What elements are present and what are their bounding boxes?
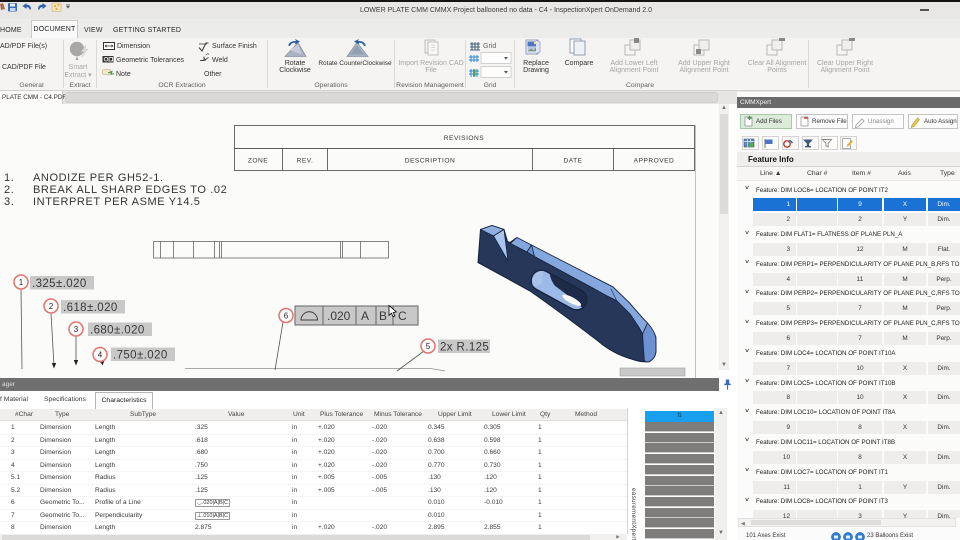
svg-text:.325±.020: .325±.020 <box>32 278 87 290</box>
svg-text:2x R.125: 2x R.125 <box>440 342 489 354</box>
svg-text:APPROVED: APPROVED <box>634 158 675 165</box>
svg-text:BREAK ALL SHARP EDGES TO .02: BREAK ALL SHARP EDGES TO .02 <box>33 184 227 196</box>
svg-text:6: 6 <box>284 312 289 321</box>
svg-text:2.: 2. <box>4 184 14 196</box>
svg-text:.618±.020: .618±.020 <box>63 302 118 314</box>
svg-text:DATE: DATE <box>563 158 582 165</box>
svg-text:.680±.020: .680±.020 <box>90 325 145 337</box>
svg-text:B: B <box>379 309 387 323</box>
svg-text:3.: 3. <box>4 196 14 208</box>
svg-text:3: 3 <box>74 325 79 334</box>
svg-text:1: 1 <box>19 278 24 287</box>
svg-text:INTERPRET PER ASME Y14.5: INTERPRET PER ASME Y14.5 <box>33 196 200 208</box>
svg-text:REVISIONS: REVISIONS <box>444 135 485 142</box>
svg-text:C: C <box>398 309 407 323</box>
svg-text:ANODIZE PER GH52-1.: ANODIZE PER GH52-1. <box>33 172 164 184</box>
svg-text:1.: 1. <box>4 172 14 184</box>
svg-text:.020: .020 <box>327 309 351 323</box>
svg-text:5: 5 <box>426 342 431 351</box>
svg-text:DESCRIPTION: DESCRIPTION <box>405 158 456 165</box>
svg-text:2: 2 <box>49 302 54 311</box>
svg-text:A: A <box>361 309 369 323</box>
svg-text:ZONE: ZONE <box>248 158 268 165</box>
svg-text:4: 4 <box>98 351 103 360</box>
svg-text:REV.: REV. <box>297 158 314 165</box>
svg-text:.750±.020: .750±.020 <box>113 350 168 362</box>
